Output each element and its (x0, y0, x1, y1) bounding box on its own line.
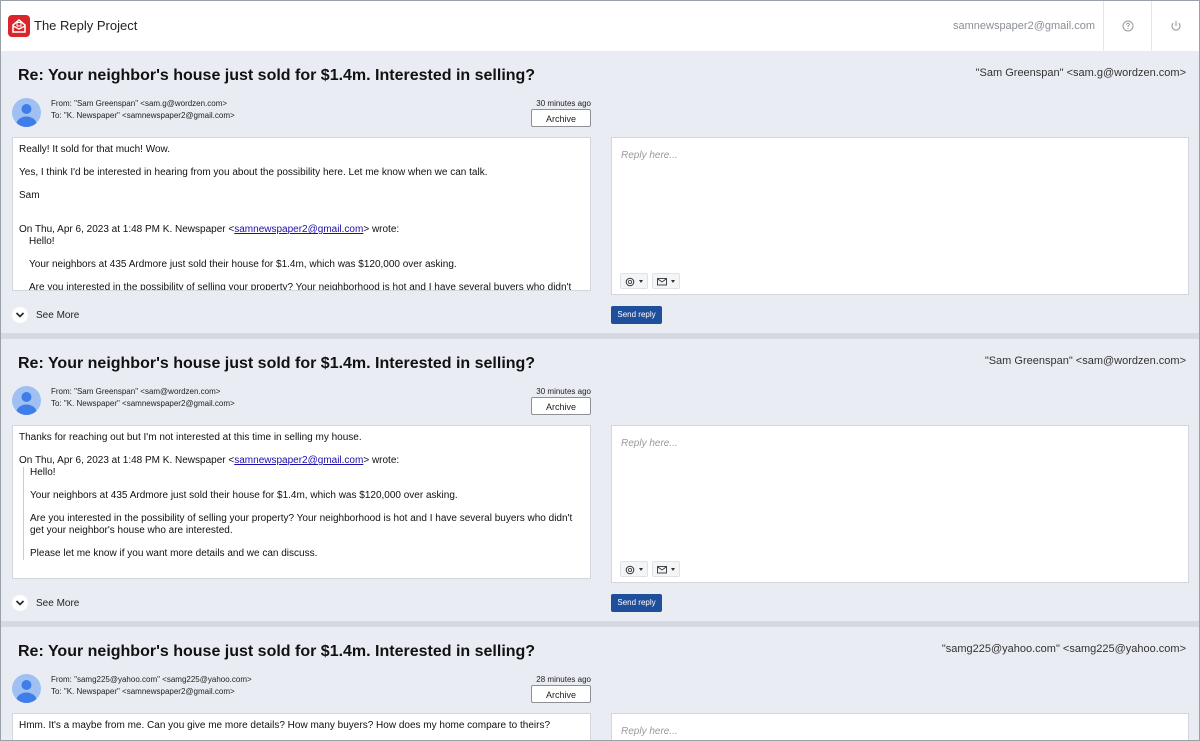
quote-line: Hello! (29, 236, 55, 247)
account-email: samnewspaper2@gmail.com (952, 20, 1095, 32)
quote-line: Are you interested in the possibility of… (30, 513, 573, 536)
quote-line: Hello! (30, 467, 56, 478)
email-time: 28 minutes ago (536, 675, 591, 684)
quote-line: Please let me know if you want more deta… (30, 548, 318, 559)
quote-line: Your neighbors at 435 Ardmore just sold … (30, 490, 458, 501)
chevron-down-icon (12, 307, 28, 323)
quote-header-text: > wrote: (363, 455, 400, 466)
help-icon[interactable] (1121, 19, 1135, 33)
archive-button[interactable]: Archive (531, 685, 591, 703)
email-from: From: "samg225@yahoo.com" <samg225@yahoo… (51, 675, 252, 684)
reply-textarea[interactable]: Reply here... (611, 713, 1189, 740)
email-thread: Re: Your neighbor's house just sold for … (1, 339, 1199, 619)
envelope-icon (657, 278, 667, 286)
toolbar-separator (1103, 1, 1104, 51)
mail-logo-icon[interactable] (8, 15, 30, 37)
email-subject: Re: Your neighbor's house just sold for … (18, 67, 536, 84)
template-dropdown[interactable] (652, 561, 680, 577)
quote-header-text: On Thu, Apr 6, 2023 at 1:48 PM K. Newspa… (19, 455, 235, 466)
avatar-icon (12, 386, 41, 415)
reply-placeholder: Reply here... (621, 150, 678, 161)
avatar-icon (12, 674, 41, 703)
ai-assist-dropdown[interactable] (620, 561, 648, 577)
avatar-icon (12, 98, 41, 127)
quote-line: Your neighbors at 435 Ardmore just sold … (29, 259, 457, 270)
see-more-button[interactable]: See More (12, 595, 79, 611)
ai-assist-dropdown[interactable] (620, 273, 648, 289)
app-title: The Reply Project (34, 18, 138, 33)
email-sender: "Sam Greenspan" <sam.g@wordzen.com> (975, 67, 1186, 79)
message-body: Hmm. It's a maybe from me. Can you give … (12, 713, 591, 740)
quote-header: On Thu, Apr 6, 2023 at 1:48 PM K. Newspa… (19, 224, 584, 236)
quote-header-text: On Thu, Apr 6, 2023 at 1:48 PM K. Newspa… (19, 224, 235, 235)
quoted-message: Hello! Your neighbors at 435 Ardmore jus… (29, 236, 584, 291)
power-icon[interactable] (1169, 19, 1183, 33)
reply-textarea[interactable]: Reply here... (611, 137, 1189, 295)
see-more-label: See More (36, 309, 80, 321)
reply-textarea[interactable]: Reply here... (611, 425, 1189, 583)
message-line: Sam (19, 190, 40, 201)
quote-header-text: > wrote: (363, 224, 400, 235)
send-reply-button[interactable]: Send reply (611, 306, 662, 324)
email-subject: Re: Your neighbor's house just sold for … (18, 355, 536, 372)
envelope-icon (657, 566, 667, 574)
email-to: To: "K. Newspaper" <samnewspaper2@gmail.… (51, 687, 235, 696)
see-more-button[interactable]: See More (12, 307, 79, 323)
openai-icon (625, 565, 635, 575)
message-body: Thanks for reaching out but I'm not inte… (12, 425, 591, 579)
email-thread: Re: Your neighbor's house just sold for … (1, 51, 1199, 331)
email-to: To: "K. Newspaper" <samnewspaper2@gmail.… (51, 399, 235, 408)
email-sender: "samg225@yahoo.com" <samg225@yahoo.com> (941, 643, 1186, 655)
quote-email-link[interactable]: samnewspaper2@gmail.com (234, 224, 363, 235)
top-bar: The Reply Project samnewspaper2@gmail.co… (1, 1, 1199, 52)
email-subject: Re: Your neighbor's house just sold for … (18, 643, 536, 660)
archive-button[interactable]: Archive (531, 109, 591, 127)
openai-icon (625, 277, 635, 287)
template-dropdown[interactable] (652, 273, 680, 289)
message-line: Hmm. It's a maybe from me. Can you give … (19, 720, 551, 731)
email-time: 30 minutes ago (536, 99, 591, 108)
chevron-down-icon (12, 595, 28, 611)
quote-line: Are you interested in the possibility of… (29, 282, 572, 291)
quote-email-link[interactable]: samnewspaper2@gmail.com (234, 455, 363, 466)
see-more-label: See More (36, 597, 80, 609)
email-from: From: "Sam Greenspan" <sam@wordzen.com> (51, 387, 221, 396)
quoted-message: Hello! Your neighbors at 435 Ardmore jus… (23, 467, 584, 560)
message-body: Really! It sold for that much! Wow. Yes,… (12, 137, 591, 291)
archive-button[interactable]: Archive (531, 397, 591, 415)
email-to: To: "K. Newspaper" <samnewspaper2@gmail.… (51, 111, 235, 120)
quote-header: On Thu, Apr 6, 2023 at 1:48 PM K. Newspa… (19, 455, 584, 467)
reply-placeholder: Reply here... (621, 726, 678, 737)
reply-placeholder: Reply here... (621, 438, 678, 449)
email-thread: Re: Your neighbor's house just sold for … (1, 627, 1199, 740)
send-reply-button[interactable]: Send reply (611, 594, 662, 612)
app-window: The Reply Project samnewspaper2@gmail.co… (0, 0, 1200, 741)
message-line: Really! It sold for that much! Wow. (19, 144, 170, 155)
message-line: Yes, I think I'd be interested in hearin… (19, 167, 488, 178)
message-line: Thanks for reaching out but I'm not inte… (19, 432, 362, 443)
toolbar-separator (1151, 1, 1152, 51)
email-from: From: "Sam Greenspan" <sam.g@wordzen.com… (51, 99, 228, 108)
email-time: 30 minutes ago (536, 387, 591, 396)
email-sender: "Sam Greenspan" <sam@wordzen.com> (984, 355, 1186, 367)
